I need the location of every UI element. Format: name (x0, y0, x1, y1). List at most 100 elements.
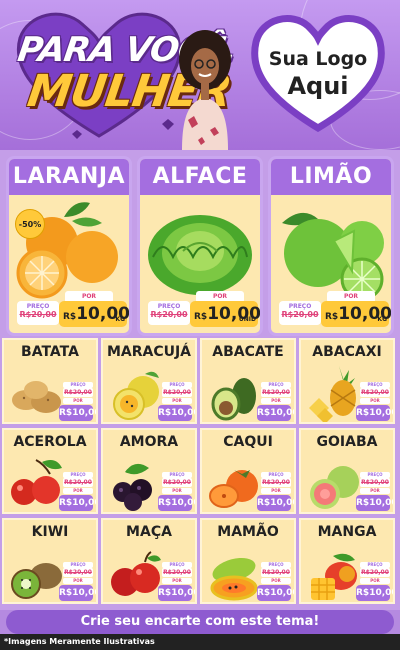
old-price: R$20,00 (281, 310, 319, 319)
price-tag: PREÇO R$20,00 POR R$10,00 KG (15, 291, 129, 327)
old-price-box: PREÇO R$20,00 (17, 301, 59, 325)
price-tag: PREÇO R$20,00 POR R$10,00 (59, 382, 96, 422)
new-price-label: POR (63, 488, 93, 494)
product-card: MAÇA PREÇO R$20,00 POR R$10,00 (101, 518, 197, 604)
price-tag: PREÇO R$20,00 POR R$10,00 (59, 472, 96, 512)
product-name: MAMÃO (217, 524, 279, 540)
product-card: CAQUI PREÇO R$20,00 POR R$10,00 (200, 428, 296, 514)
product-name: BATATA (21, 344, 79, 360)
old-price-box: PREÇO R$20,00 (148, 301, 190, 325)
product-name: KIWI (31, 524, 69, 540)
new-price: R$10,00 (356, 585, 393, 601)
price-tag: PREÇO R$20,00 POR R$10,00 UNID (146, 291, 260, 327)
price-tag: PREÇO R$20,00 POR R$10,00 (257, 382, 294, 422)
product-card: ABACATE PREÇO R$20,00 POR R$10,00 (200, 338, 296, 424)
lettuce-icon (148, 215, 252, 295)
product-name: LARANJA (9, 159, 129, 195)
new-price-label: POR (162, 578, 192, 584)
mango-icon (311, 553, 357, 600)
product-name: ABACAXI (312, 344, 382, 360)
new-price: R$10,00 (59, 405, 96, 421)
new-price-label: POR (360, 398, 390, 404)
new-price: R$10,00 (356, 495, 393, 511)
new-price: R$10,00 (59, 585, 96, 601)
new-price-box: POR R$10,00 KG (59, 291, 129, 327)
old-price: R$20,00 (162, 568, 192, 577)
product-card: MANGA PREÇO R$20,00 POR R$10,00 (299, 518, 395, 604)
product-name: GOIABA (316, 434, 378, 450)
product-name: MANGA (317, 524, 377, 540)
new-price-box: POR R$10,00 UNID (190, 291, 260, 327)
old-price: R$20,00 (150, 310, 188, 319)
product-card: AMORA PREÇO R$20,00 POR R$10,00 (101, 428, 197, 514)
product-card: ACEROLA PREÇO R$20,00 POR R$10,00 (2, 428, 98, 514)
old-price: R$20,00 (360, 388, 390, 397)
featured-card: ALFACE PREÇO R$20,00 POR R$10,00 UNID (137, 156, 263, 336)
product-grid: BATATA PREÇO R$20,00 POR R$10,00 MARACUJÁ PREÇ… (0, 338, 400, 610)
new-price-box: POR R$10,00 KG (321, 291, 391, 327)
old-price: R$20,00 (162, 388, 192, 397)
flyer-page: PARA VOCÊ, MULHER Sua Logo Aqui LARANJA (0, 0, 400, 650)
new-price-label: POR (162, 488, 192, 494)
potato-icon (12, 381, 61, 413)
pineapple-icon (309, 366, 356, 422)
persimmon-icon (209, 470, 258, 508)
new-price-label: POR (360, 488, 390, 494)
old-price: R$20,00 (261, 568, 291, 577)
price-unit: KG (115, 316, 125, 323)
old-price-label: PREÇO (157, 303, 181, 310)
price-tag: PREÇO R$20,00 POR R$10,00 (158, 382, 195, 422)
price-unit: UNID (238, 316, 256, 323)
product-name: MAÇA (126, 524, 172, 540)
avocado-icon (211, 378, 256, 421)
new-price: R$10,00 KG (321, 301, 391, 327)
new-price: R$10,00 (257, 495, 294, 511)
old-price: R$20,00 (261, 478, 291, 487)
papaya-icon (210, 557, 258, 601)
product-card: BATATA PREÇO R$20,00 POR R$10,00 (2, 338, 98, 424)
woman-photo-icon (179, 30, 231, 150)
product-card: GOIABA PREÇO R$20,00 POR R$10,00 (299, 428, 395, 514)
product-card: KIWI PREÇO R$20,00 POR R$10,00 (2, 518, 98, 604)
logo-line-2: Aqui (287, 72, 349, 100)
product-name: AMORA (119, 434, 179, 450)
cta-banner[interactable]: Crie seu encarte com este tema! (6, 610, 394, 634)
new-price-label: POR (360, 578, 390, 584)
product-name: ABACATE (212, 344, 284, 360)
currency: R$ (194, 312, 208, 322)
currency: R$ (63, 312, 77, 322)
passion-fruit-icon (113, 371, 159, 420)
price-tag: PREÇO R$20,00 POR R$10,00 (257, 562, 294, 602)
acerola-icon (11, 459, 62, 505)
new-price: R$10,00 UNID (190, 301, 260, 327)
featured-products: LARANJA -50% PREÇO R$20,00 POR R$10,00 K… (0, 150, 400, 338)
lime-icon (282, 212, 384, 301)
new-price-label: POR (261, 488, 291, 494)
old-price: R$20,00 (360, 478, 390, 487)
price-unit: KG (377, 316, 387, 323)
new-price-label: POR (162, 398, 192, 404)
old-price: R$20,00 (63, 568, 93, 577)
header-banner: PARA VOCÊ, MULHER Sua Logo Aqui (0, 0, 400, 150)
discount-badge: -50% (15, 209, 45, 239)
product-card: MAMÃO PREÇO R$20,00 POR R$10,00 (200, 518, 296, 604)
price-tag: PREÇO R$20,00 POR R$10,00 (158, 562, 195, 602)
product-card: MARACUJÁ PREÇO R$20,00 POR R$10,00 (101, 338, 197, 424)
price-tag: PREÇO R$20,00 POR R$10,00 (59, 562, 96, 602)
apple-icon (111, 551, 161, 596)
old-price: R$20,00 (63, 388, 93, 397)
new-price: R$10,00 KG (59, 301, 129, 327)
product-name: ALFACE (140, 159, 260, 195)
product-card: ABACAXI PREÇO R$20,00 POR R$10,00 (299, 338, 395, 424)
price-tag: PREÇO R$20,00 POR R$10,00 (356, 562, 393, 602)
new-price-label: POR (261, 398, 291, 404)
new-price: R$10,00 (257, 585, 294, 601)
featured-card: LARANJA -50% PREÇO R$20,00 POR R$10,00 K… (6, 156, 132, 336)
old-price: R$20,00 (261, 388, 291, 397)
old-price: R$20,00 (360, 568, 390, 577)
guava-icon (310, 466, 359, 509)
product-name: MARACUJÁ (106, 344, 192, 360)
old-price: R$20,00 (19, 310, 57, 319)
logo-line-1: Sua Logo (268, 48, 368, 70)
product-name: LIMÃO (271, 159, 391, 195)
